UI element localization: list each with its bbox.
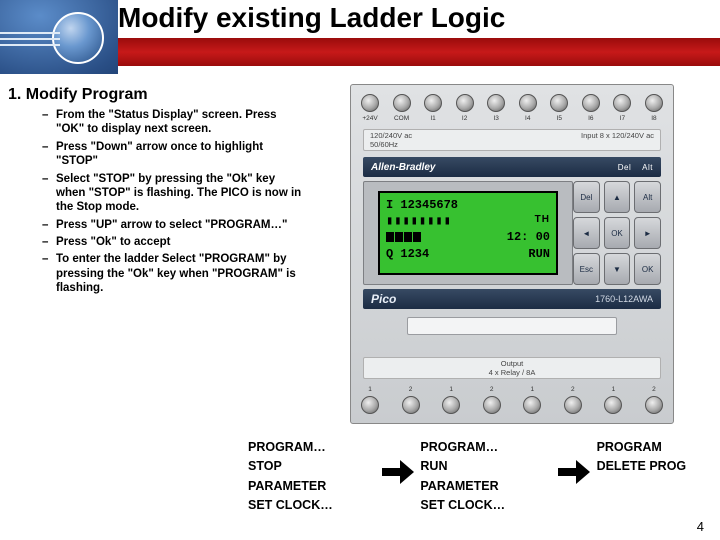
menu-column-3: PROGRAM DELETE PROG [597, 438, 710, 477]
menu-item: PARAMETER [248, 477, 382, 496]
menu-column-1: PROGRAM… STOP PARAMETER SET CLOCK… [248, 438, 382, 516]
menu-item: PARAMETER [420, 477, 558, 496]
list-item: Select "STOP" by pressing the "Ok" key w… [42, 172, 302, 215]
menu-item: PROGRAM… [248, 438, 382, 457]
menu-column-2: PROGRAM… RUN PARAMETER SET CLOCK… [420, 438, 558, 516]
menu-item: PROGRAM [597, 438, 710, 457]
device-keypad: Del ▲ Alt ◄ OK ► Esc ▼ OK [573, 181, 661, 285]
menu-item: DELETE PROG [597, 457, 710, 476]
page-number: 4 [697, 519, 704, 534]
section-heading: 1. Modify Program [8, 86, 148, 104]
list-item: Press "UP" arrow to select "PROGRAM…" [42, 218, 302, 232]
brand-label: Allen-Bradley [371, 162, 435, 173]
menu-item: SET CLOCK… [420, 496, 558, 515]
arrow-right-icon [382, 460, 414, 484]
menu-item: SET CLOCK… [248, 496, 382, 515]
menu-item: RUN [420, 457, 558, 476]
menu-item: PROGRAM… [420, 438, 558, 457]
list-item: From the "Status Display" screen. Press … [42, 108, 302, 137]
list-item: Press "Down" arrow once to highlight "ST… [42, 140, 302, 169]
menu-item: STOP [248, 457, 382, 476]
lcd-screen: I 12345678 ▮▮▮▮▮▮▮▮TH 12: 00 Q 1234RUN [378, 191, 558, 275]
list-item: Press "Ok" to accept [42, 235, 302, 249]
plc-device-image: +24V COM I1 I2 I3 I4 I5 I6 I7 I8 120/240… [350, 84, 674, 424]
model-number: 1760-L12AWA [595, 294, 653, 304]
list-item: To enter the ladder Select "PROGRAM" by … [42, 252, 302, 295]
menu-sequence: PROGRAM… STOP PARAMETER SET CLOCK… PROGR… [248, 438, 710, 516]
arrow-right-icon [558, 460, 590, 484]
page-title: Modify existing Ladder Logic [118, 2, 505, 34]
instruction-list: From the "Status Display" screen. Press … [42, 108, 302, 299]
model-name: Pico [371, 292, 396, 306]
